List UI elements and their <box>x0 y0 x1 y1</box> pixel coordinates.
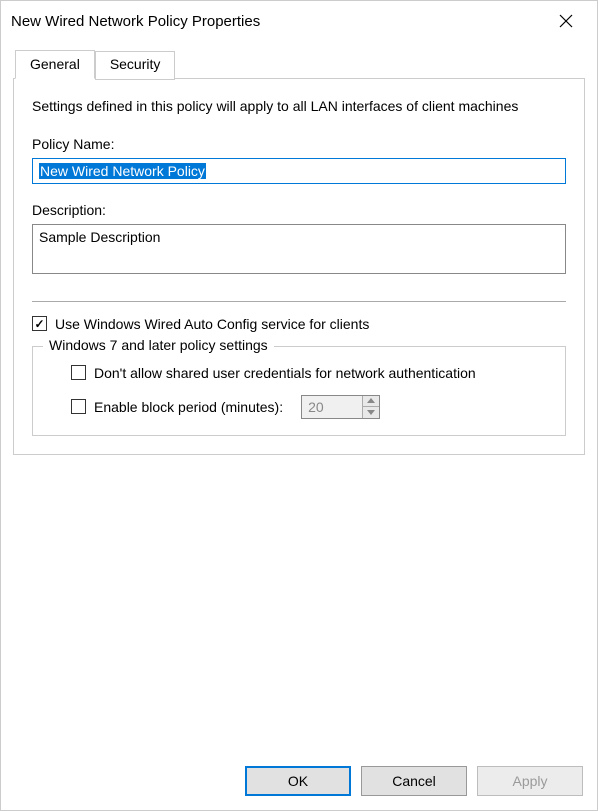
chevron-down-icon <box>367 410 375 415</box>
cancel-button[interactable]: Cancel <box>361 766 467 796</box>
ok-button[interactable]: OK <box>245 766 351 796</box>
dont-allow-shared-row: Don't allow shared user credentials for … <box>49 365 549 381</box>
enable-block-label: Enable block period (minutes): <box>94 399 283 415</box>
description-label: Description: <box>32 202 566 218</box>
use-autoconfig-checkbox[interactable] <box>32 316 47 331</box>
win7-group-legend: Windows 7 and later policy settings <box>43 337 274 353</box>
description-input[interactable] <box>32 224 566 274</box>
spinner-up-button[interactable] <box>363 396 379 407</box>
win7-group: Windows 7 and later policy settings Don'… <box>32 346 566 436</box>
policy-name-label: Policy Name: <box>32 136 566 152</box>
close-button[interactable] <box>543 6 589 36</box>
tab-general[interactable]: General <box>15 50 95 79</box>
use-autoconfig-label: Use Windows Wired Auto Config service fo… <box>55 316 369 332</box>
content-area: General Security Settings defined in thi… <box>1 41 597 756</box>
titlebar: New Wired Network Policy Properties <box>1 1 597 41</box>
intro-text: Settings defined in this policy will app… <box>32 97 566 116</box>
dont-allow-shared-checkbox[interactable] <box>71 365 86 380</box>
tab-container: General Security Settings defined in thi… <box>13 49 585 455</box>
tab-panel-general: Settings defined in this policy will app… <box>13 78 585 455</box>
button-bar: OK Cancel Apply <box>1 756 597 810</box>
dialog-window: New Wired Network Policy Properties Gene… <box>0 0 598 811</box>
policy-name-input[interactable] <box>32 158 566 184</box>
close-icon <box>559 14 573 28</box>
window-title: New Wired Network Policy Properties <box>11 13 260 30</box>
apply-button[interactable]: Apply <box>477 766 583 796</box>
chevron-up-icon <box>367 398 375 403</box>
dont-allow-shared-label: Don't allow shared user credentials for … <box>94 365 476 381</box>
policy-name-input-wrap: New Wired Network Policy <box>32 158 566 184</box>
use-autoconfig-row: Use Windows Wired Auto Config service fo… <box>32 316 566 332</box>
enable-block-row: Enable block period (minutes): <box>49 395 549 419</box>
spinner-buttons <box>362 396 379 418</box>
enable-block-checkbox[interactable] <box>71 399 86 414</box>
spinner-down-button[interactable] <box>363 407 379 418</box>
divider <box>32 301 566 302</box>
block-period-spinner <box>301 395 380 419</box>
tab-strip: General Security <box>15 49 585 78</box>
block-period-input[interactable] <box>302 396 362 418</box>
tab-security[interactable]: Security <box>95 51 176 80</box>
